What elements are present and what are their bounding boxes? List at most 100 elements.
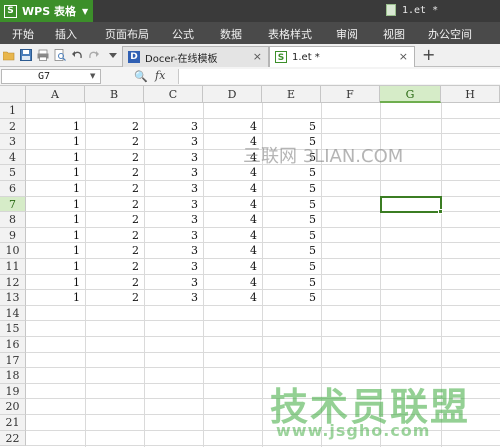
row-header[interactable]: 15 xyxy=(0,321,26,337)
table-cell[interactable]: 4 xyxy=(203,228,262,244)
table-cell[interactable]: 3 xyxy=(144,197,203,213)
save-icon[interactable] xyxy=(20,49,32,61)
column-header-active[interactable]: G xyxy=(380,86,441,103)
select-all-corner[interactable] xyxy=(0,86,26,103)
table-cell[interactable]: 3 xyxy=(144,290,203,306)
table-cell[interactable]: 3 xyxy=(144,150,203,166)
table-cell[interactable]: 1 xyxy=(26,134,85,150)
table-cell[interactable]: 2 xyxy=(85,119,144,135)
menu-item-data[interactable]: 数据 xyxy=(220,26,242,42)
table-cell[interactable]: 4 xyxy=(203,197,262,213)
row-header[interactable]: 19 xyxy=(0,383,26,400)
table-cell[interactable]: 2 xyxy=(85,290,144,306)
fill-handle[interactable] xyxy=(438,209,443,215)
print-icon[interactable] xyxy=(37,49,49,61)
selected-cell-g7[interactable] xyxy=(380,195,442,214)
row-header[interactable]: 3 xyxy=(0,134,26,150)
table-cell[interactable]: 2 xyxy=(85,243,144,259)
row-header-active[interactable]: 7 xyxy=(0,196,26,213)
menu-item-formulas[interactable]: 公式 xyxy=(172,26,194,42)
row-header[interactable]: 1 xyxy=(0,103,26,119)
table-cell[interactable]: 2 xyxy=(85,165,144,181)
table-cell[interactable]: 5 xyxy=(262,197,321,213)
table-cell[interactable]: 2 xyxy=(85,212,144,228)
column-header[interactable]: D xyxy=(203,86,262,103)
table-cell[interactable]: 5 xyxy=(262,275,321,291)
menu-item-office-space[interactable]: 办公空间 xyxy=(428,26,472,42)
table-cell[interactable]: 3 xyxy=(144,134,203,150)
table-cell[interactable]: 4 xyxy=(203,119,262,135)
table-cell[interactable]: 5 xyxy=(262,228,321,244)
row-header[interactable]: 2 xyxy=(0,118,26,135)
table-cell[interactable]: 2 xyxy=(85,150,144,166)
table-cell[interactable]: 3 xyxy=(144,119,203,135)
menu-item-view[interactable]: 视图 xyxy=(383,26,405,42)
row-header[interactable]: 17 xyxy=(0,352,26,369)
row-header[interactable]: 18 xyxy=(0,368,26,384)
table-cell[interactable]: 1 xyxy=(26,243,85,259)
close-icon[interactable]: × xyxy=(399,50,408,63)
table-cell[interactable]: 4 xyxy=(203,243,262,259)
table-cell[interactable]: 1 xyxy=(26,212,85,228)
table-cell[interactable]: 3 xyxy=(144,259,203,275)
table-cell[interactable]: 3 xyxy=(144,228,203,244)
column-header[interactable]: H xyxy=(441,86,500,103)
column-header[interactable]: B xyxy=(85,86,144,103)
add-tab-button[interactable]: + xyxy=(422,47,435,63)
row-header[interactable]: 9 xyxy=(0,227,26,244)
table-cell[interactable]: 1 xyxy=(26,259,85,275)
row-header[interactable]: 13 xyxy=(0,290,26,306)
row-header[interactable]: 12 xyxy=(0,274,26,291)
print-preview-icon[interactable] xyxy=(54,49,66,61)
table-cell[interactable]: 2 xyxy=(85,197,144,213)
row-header[interactable]: 22 xyxy=(0,430,26,447)
table-cell[interactable]: 1 xyxy=(26,290,85,306)
menu-item-home[interactable]: 开始 xyxy=(12,26,34,42)
column-header[interactable]: A xyxy=(26,86,85,103)
table-cell[interactable]: 5 xyxy=(262,290,321,306)
customize-toolbar-chevron-icon[interactable] xyxy=(107,49,119,61)
menu-item-table-style[interactable]: 表格样式 xyxy=(268,26,312,42)
table-cell[interactable]: 5 xyxy=(262,243,321,259)
table-cell[interactable]: 4 xyxy=(203,275,262,291)
table-cell[interactable]: 3 xyxy=(144,243,203,259)
menu-item-page-layout[interactable]: 页面布局 xyxy=(105,26,149,42)
name-box[interactable]: G7 xyxy=(1,69,101,84)
table-cell[interactable]: 2 xyxy=(85,275,144,291)
menu-item-insert[interactable]: 插入 xyxy=(55,26,77,42)
insert-function-button[interactable]: fx xyxy=(155,69,165,82)
table-cell[interactable]: 4 xyxy=(203,259,262,275)
row-header[interactable]: 4 xyxy=(0,149,26,166)
close-icon[interactable]: × xyxy=(253,50,262,63)
search-icon[interactable]: 🔍 xyxy=(134,70,148,83)
column-header[interactable]: F xyxy=(321,86,380,103)
row-header[interactable]: 14 xyxy=(0,305,26,322)
table-cell[interactable]: 4 xyxy=(203,212,262,228)
table-cell[interactable]: 3 xyxy=(144,212,203,228)
table-cell[interactable]: 4 xyxy=(203,290,262,306)
column-header[interactable]: E xyxy=(262,86,321,103)
formula-input[interactable] xyxy=(178,69,500,84)
chevron-down-icon[interactable]: ▼ xyxy=(90,72,95,80)
column-header[interactable]: C xyxy=(144,86,203,103)
tab-spreadsheet-1[interactable]: S 1.et * × xyxy=(269,46,415,67)
document-indicator[interactable]: 1.et * xyxy=(386,4,438,16)
wps-app-menu-button[interactable]: S WPS 表格 ▼ xyxy=(0,0,93,22)
table-cell[interactable]: 2 xyxy=(85,228,144,244)
table-cell[interactable]: 2 xyxy=(85,259,144,275)
menu-item-review[interactable]: 审阅 xyxy=(336,26,358,42)
table-cell[interactable]: 3 xyxy=(144,165,203,181)
table-cell[interactable]: 1 xyxy=(26,119,85,135)
table-cell[interactable]: 3 xyxy=(144,181,203,197)
table-cell[interactable]: 4 xyxy=(203,181,262,197)
row-header[interactable]: 21 xyxy=(0,415,26,431)
table-cell[interactable]: 5 xyxy=(262,259,321,275)
redo-icon[interactable] xyxy=(88,49,100,61)
table-cell[interactable]: 1 xyxy=(26,228,85,244)
row-header[interactable]: 16 xyxy=(0,337,26,353)
table-cell[interactable]: 5 xyxy=(262,119,321,135)
row-header[interactable]: 10 xyxy=(0,243,26,259)
table-cell[interactable]: 3 xyxy=(144,275,203,291)
table-cell[interactable]: 1 xyxy=(26,165,85,181)
open-folder-icon[interactable] xyxy=(3,49,15,61)
